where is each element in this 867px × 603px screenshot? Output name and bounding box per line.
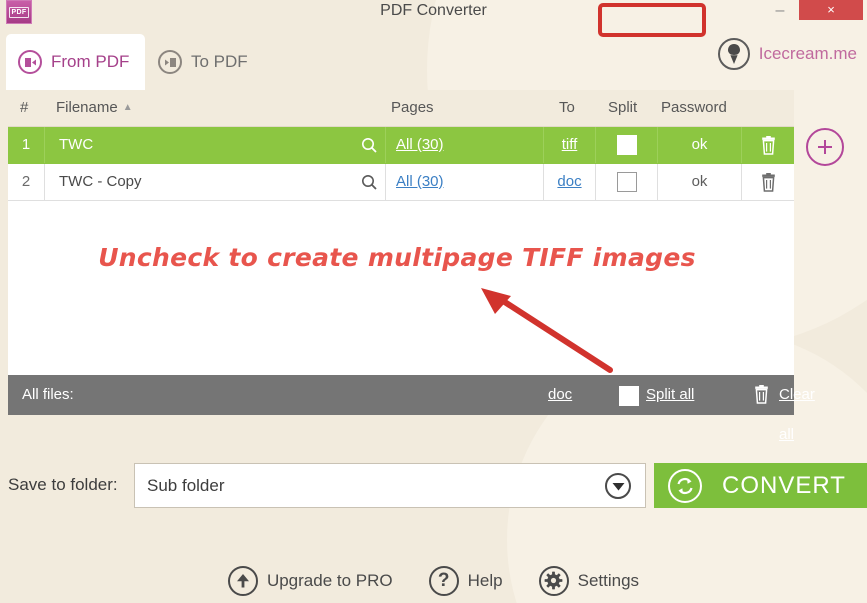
all-files-bar: All files: doc Split all Clear all (8, 375, 815, 443)
row-split-checkbox[interactable] (616, 135, 637, 155)
help-label: Help (467, 570, 503, 590)
from-pdf-icon (18, 50, 42, 74)
header-filename-label: Filename (56, 99, 118, 116)
add-file-button[interactable] (806, 128, 844, 166)
tab-from-pdf-label: From PDF (51, 52, 130, 71)
footer-bar: Upgrade to PRO ? Help Settings (0, 558, 867, 603)
header-to: To (559, 99, 575, 116)
sort-ascending-icon: ▲ (122, 102, 133, 113)
header-split: Split (608, 99, 638, 116)
close-button[interactable]: × (799, 0, 863, 20)
folder-dropdown-button[interactable] (605, 473, 631, 499)
row-filename: TWC (44, 127, 386, 163)
pdf-converter-window: PDF PDF Converter – × From PDF To PDF Ic… (0, 0, 867, 603)
minimize-button[interactable]: – (765, 0, 795, 22)
split-all-checkbox[interactable] (619, 386, 639, 406)
header-pages: Pages (391, 99, 434, 116)
preview-search-icon[interactable] (353, 164, 385, 200)
row-pages[interactable]: All (30) (386, 127, 544, 163)
row-password: ok (658, 127, 742, 163)
table-row[interactable]: 2 TWC - Copy All (30) doc ok (8, 164, 794, 201)
tab-from-pdf[interactable]: From PDF (6, 34, 146, 90)
upgrade-to-pro-label: Upgrade to PRO (266, 570, 393, 590)
window-title: PDF Converter (380, 2, 487, 19)
save-to-folder-label: Save to folder: (8, 475, 118, 494)
arrow-up-icon (227, 565, 258, 596)
help-button[interactable]: ? Help (428, 565, 503, 596)
empty-file-area (8, 201, 794, 378)
upgrade-to-pro-button[interactable]: Upgrade to PRO (227, 565, 393, 596)
convert-refresh-icon (668, 468, 702, 503)
title-bar: PDF PDF Converter – × (0, 0, 867, 24)
convert-button[interactable]: CONVERT (654, 463, 867, 508)
row-number: 1 (21, 136, 31, 153)
header-password: Password (661, 99, 727, 116)
row-to[interactable]: doc (544, 164, 596, 200)
save-to-folder-input[interactable]: Sub folder (134, 463, 646, 508)
save-to-folder-row: Save to folder: Sub folder CONVERT (0, 455, 867, 515)
row-split-cell[interactable] (596, 127, 658, 163)
to-pdf-icon (158, 50, 182, 74)
settings-label: Settings (577, 570, 640, 590)
tab-to-pdf-label: To PDF (191, 52, 248, 71)
gear-icon (538, 565, 569, 596)
row-pages-link[interactable]: All (30) (396, 173, 444, 190)
header-number: # (20, 99, 29, 116)
trash-icon (761, 172, 775, 192)
all-files-label: All files: (22, 386, 74, 403)
table-row[interactable]: 1 TWC All (30) tiff ok (8, 127, 794, 164)
table-header: # Filename ▲ Pages To Split Password (8, 90, 794, 127)
row-filename: TWC - Copy (44, 164, 386, 200)
row-to[interactable]: tiff (544, 127, 596, 163)
preview-search-icon[interactable] (353, 127, 385, 163)
file-list-panel: # Filename ▲ Pages To Split Password 1 TW… (8, 90, 794, 378)
split-all-label[interactable]: Split all (646, 375, 694, 415)
row-delete-button[interactable] (742, 164, 794, 200)
row-password: ok (658, 164, 742, 200)
settings-button[interactable]: Settings (538, 565, 640, 596)
convert-button-label: CONVERT (722, 471, 846, 499)
tab-to-pdf[interactable]: To PDF (146, 34, 264, 90)
question-mark-icon: ? (428, 565, 459, 596)
chevron-down-icon (612, 482, 624, 490)
row-pages-link[interactable]: All (30) (396, 136, 444, 153)
all-files-format-link[interactable]: doc (548, 375, 572, 415)
trash-icon (761, 135, 775, 155)
clear-all-trash-icon[interactable] (753, 385, 773, 405)
row-split-checkbox[interactable] (616, 172, 637, 192)
row-format-link[interactable]: doc (557, 173, 581, 190)
row-format-link[interactable]: tiff (562, 136, 578, 153)
save-to-folder-value[interactable]: Sub folder (147, 464, 225, 507)
row-pages[interactable]: All (30) (386, 164, 544, 200)
row-delete-button[interactable] (742, 127, 794, 163)
plus-icon (818, 140, 832, 154)
row-number: 2 (21, 173, 31, 190)
tab-bar: From PDF To PDF (0, 34, 867, 90)
clear-all-label[interactable]: Clear all (779, 375, 815, 455)
row-split-cell[interactable] (596, 164, 658, 200)
header-filename[interactable]: Filename ▲ (56, 90, 133, 126)
